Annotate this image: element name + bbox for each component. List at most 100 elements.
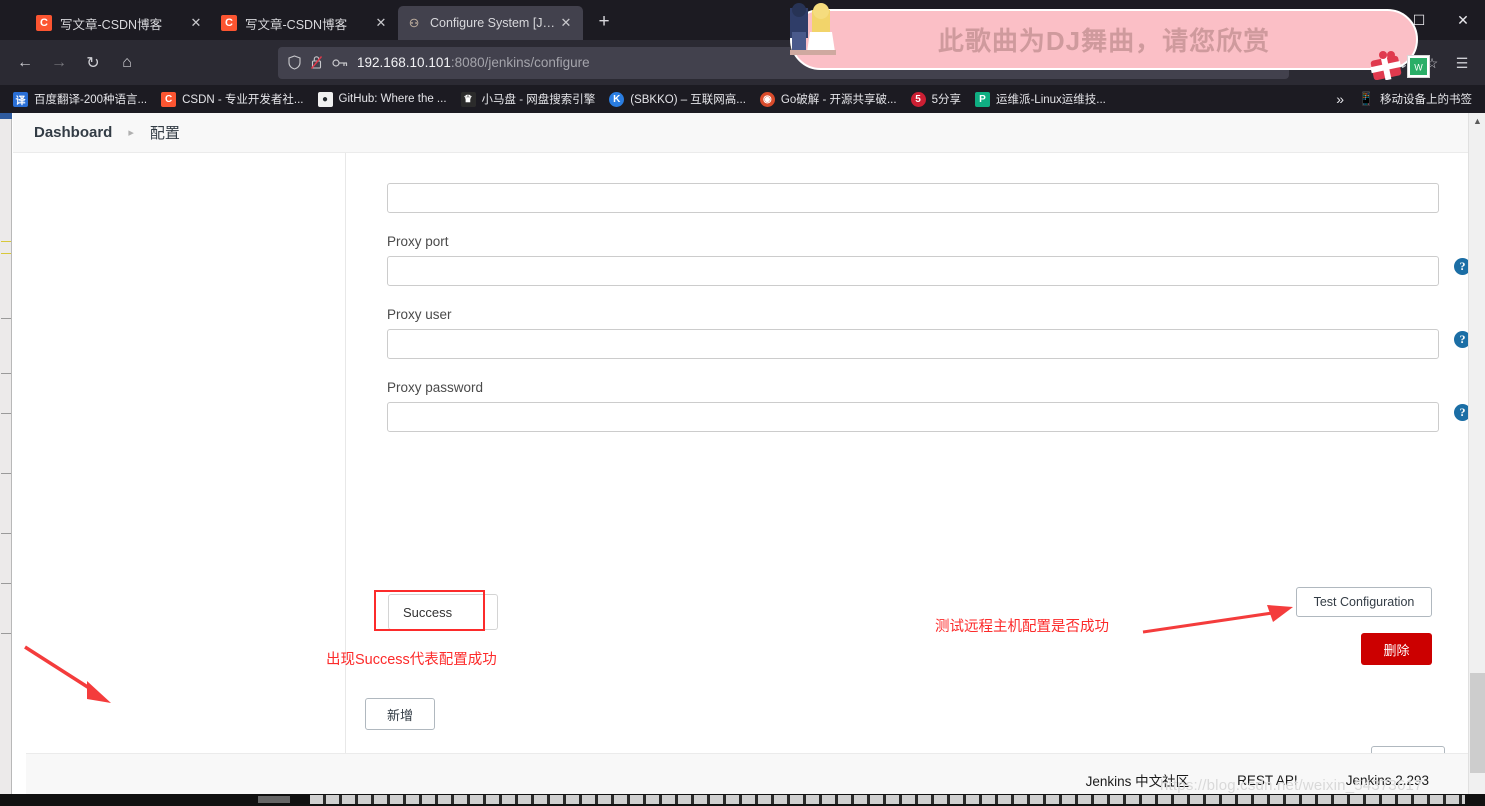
- tab-title: Configure System [Jenkins]: [430, 16, 557, 30]
- delete-button[interactable]: 删除: [1361, 633, 1432, 665]
- footer-link-rest-api[interactable]: REST API: [1237, 773, 1298, 788]
- url-text[interactable]: 192.168.10.101:8080/jenkins/configure: [357, 55, 590, 70]
- configure-content: Proxy port ? Proxy user ? Proxy password…: [13, 153, 1471, 806]
- page-scrollbar-vertical[interactable]: ▲ ▼: [1468, 113, 1485, 806]
- new-tab-button[interactable]: +: [589, 7, 619, 37]
- status-text: Success: [403, 604, 453, 620]
- back-icon[interactable]: ←: [8, 47, 42, 79]
- tab-title: 写文章-CSDN博客: [245, 17, 348, 32]
- proxy-port-input[interactable]: [387, 256, 1439, 286]
- wufenxiang-icon: 5: [910, 91, 926, 107]
- bookmark-item[interactable]: ♛ 小马盘 - 网盘搜索引擎: [454, 88, 603, 110]
- proxy-user-label: Proxy user: [387, 307, 452, 322]
- bookmark-label: CSDN - 专业开发者社...: [182, 94, 304, 106]
- scrollbar-thumb[interactable]: [1470, 673, 1485, 773]
- bookmark-label: 小马盘 - 网盘搜索引擎: [481, 94, 596, 106]
- yunweipai-icon: P: [974, 91, 990, 107]
- bookmark-label: (SBKKO) – 互联网高...: [630, 94, 746, 106]
- annotation-arrow-to-test-config: [1142, 605, 1293, 634]
- proxy-password-label: Proxy password: [387, 380, 484, 395]
- home-icon[interactable]: ⌂: [110, 47, 144, 79]
- bookmark-item[interactable]: 5 5分享: [904, 88, 968, 110]
- sidebar-divider: [345, 153, 346, 763]
- mobile-bookmarks-label: 移动设备上的书签: [1380, 94, 1472, 106]
- chevron-right-icon[interactable]: »: [1328, 91, 1352, 107]
- bookmark-label: 运维派-Linux运维技...: [995, 94, 1106, 106]
- github-icon: ●: [317, 91, 333, 107]
- menu-icon[interactable]: ☰: [1447, 47, 1477, 79]
- bookmark-item[interactable]: 译 百度翻译-200种语言...: [6, 88, 154, 110]
- breadcrumb-separator-icon: ▸: [128, 127, 134, 139]
- bookmark-item[interactable]: ● GitHub: Where the ...: [311, 88, 454, 110]
- forward-icon[interactable]: →: [42, 47, 76, 79]
- bookmark-item[interactable]: P 运维派-Linux运维技...: [968, 88, 1113, 110]
- scroll-up-icon[interactable]: ▲: [1469, 113, 1485, 130]
- reload-icon[interactable]: ↻: [76, 47, 110, 79]
- music-notification-overlay[interactable]: 此歌曲为DJ舞曲，请您欣赏: [790, 9, 1418, 70]
- bookmark-label: GitHub: Where the ...: [338, 93, 447, 105]
- form-row-proxy-password: Proxy password ?: [387, 380, 1471, 432]
- bookmark-item[interactable]: C CSDN - 专业开发者社...: [154, 88, 310, 110]
- background-window-strip: [0, 113, 12, 806]
- close-window-button[interactable]: ✕: [1441, 0, 1485, 40]
- url-host: 192.168.10.101: [357, 55, 451, 70]
- breadcrumb: Dashboard ▸ 配置: [13, 113, 1468, 153]
- test-result-box: Success: [388, 594, 498, 630]
- gopojie-icon: ◉: [759, 91, 775, 107]
- jenkins-icon: ⚇: [409, 17, 419, 30]
- jenkins-page: Dashboard ▸ 配置 Proxy port ? Proxy user ?…: [13, 113, 1471, 806]
- proxy-host-input[interactable]: [387, 183, 1439, 213]
- page-viewport: Dashboard ▸ 配置 Proxy port ? Proxy user ?…: [0, 113, 1485, 806]
- key-icon[interactable]: [332, 57, 348, 69]
- form-row-proxy-host: [387, 183, 1441, 213]
- sbkko-icon: K: [609, 91, 625, 107]
- annotation-arrow-to-save: [24, 645, 111, 703]
- couple-avatar-icon: [790, 3, 836, 55]
- background-horizontal-scrollbar[interactable]: [0, 794, 1485, 806]
- proxy-user-input[interactable]: [387, 329, 1439, 359]
- proxy-form: Proxy port ? Proxy user ? Proxy password…: [387, 183, 1471, 432]
- proxy-port-label: Proxy port: [387, 234, 449, 249]
- annotation-test-note: 测试远程主机配置是否成功: [935, 619, 1109, 635]
- url-path: :8080/jenkins/configure: [450, 55, 590, 70]
- background-window-titlebar: [0, 113, 12, 119]
- close-icon[interactable]: ✕: [557, 14, 575, 32]
- wechat-icon[interactable]: W: [1407, 55, 1430, 78]
- scrollbar-nub[interactable]: [258, 796, 290, 803]
- tab-title: 写文章-CSDN博客: [60, 17, 163, 32]
- lock-crossed-icon[interactable]: [310, 55, 323, 70]
- bookmark-label: 百度翻译-200种语言...: [34, 94, 148, 106]
- scrollbar-track[interactable]: [310, 795, 1465, 804]
- csdn-icon: C: [221, 15, 237, 31]
- footer-version: Jenkins 2.293: [1345, 772, 1429, 788]
- browser-tab-3-active[interactable]: ⚇ Configure System [Jenkins] ✕: [398, 6, 583, 40]
- xiaomapan-icon: ♛: [460, 91, 476, 107]
- svg-text:W: W: [1414, 63, 1423, 73]
- form-row-proxy-port: Proxy port ?: [387, 234, 1471, 286]
- overlay-message: 此歌曲为DJ舞曲，请您欣赏: [937, 26, 1271, 56]
- close-icon[interactable]: ✕: [187, 14, 205, 32]
- csdn-icon: C: [161, 91, 177, 107]
- annotation-success-note: 出现Success代表配置成功: [326, 652, 497, 668]
- mobile-bookmarks-item[interactable]: 📱 移动设备上的书签: [1352, 88, 1479, 110]
- proxy-password-input[interactable]: [387, 402, 1439, 432]
- mobile-device-icon: 📱: [1358, 91, 1375, 106]
- footer-link-community[interactable]: Jenkins 中文社区: [1086, 770, 1190, 790]
- breadcrumb-current: 配置: [149, 125, 180, 142]
- csdn-icon: C: [36, 15, 52, 31]
- browser-tab-2[interactable]: C 写文章-CSDN博客 ✕: [213, 6, 398, 40]
- bookmark-label: Go破解 - 开源共享破...: [780, 94, 897, 106]
- bookmarks-bar: 译 百度翻译-200种语言... C CSDN - 专业开发者社... ● Gi…: [0, 85, 1485, 113]
- shield-icon[interactable]: [288, 55, 301, 70]
- gift-icon[interactable]: [1370, 50, 1402, 80]
- translate-icon: 译: [13, 91, 28, 107]
- bookmark-item[interactable]: K (SBKKO) – 互联网高...: [602, 88, 753, 110]
- close-icon[interactable]: ✕: [372, 14, 390, 32]
- add-button[interactable]: 新增: [365, 698, 435, 730]
- breadcrumb-dashboard[interactable]: Dashboard: [34, 124, 112, 141]
- bookmark-item[interactable]: ◉ Go破解 - 开源共享破...: [753, 88, 904, 110]
- test-configuration-button[interactable]: Test Configuration: [1296, 587, 1432, 617]
- form-row-proxy-user: Proxy user ?: [387, 307, 1471, 359]
- bookmark-label: 5分享: [931, 94, 961, 106]
- browser-tab-1[interactable]: C 写文章-CSDN博客 ✕: [28, 6, 213, 40]
